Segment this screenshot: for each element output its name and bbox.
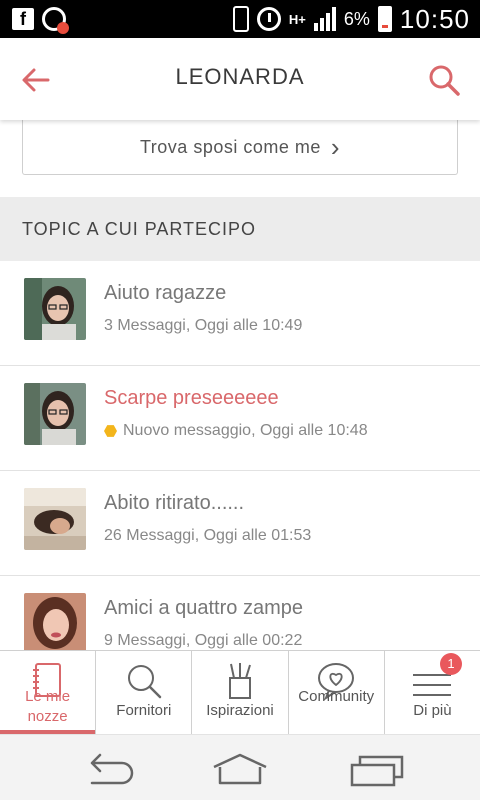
topic-meta-text: 26 Messaggi, Oggi alle 01:53 (104, 527, 312, 544)
home-icon (213, 753, 267, 785)
find-couples-button[interactable]: Trova sposi come me › (22, 120, 458, 175)
notification-badge: 1 (440, 653, 463, 675)
topic-title: Scarpe preseeeeee (104, 387, 279, 409)
tab-le-mie-nozze[interactable]: Le mie nozze (0, 651, 97, 734)
tab-label: Ispirazioni (206, 702, 274, 719)
avatar (24, 383, 86, 445)
topic-meta: Nuovo messaggio, Oggi alle 10:48 (104, 422, 368, 440)
topic-meta: 26 Messaggi, Oggi alle 01:53 (104, 527, 311, 545)
topic-title: Amici a quattro zampe (104, 597, 303, 619)
section-header: TOPIC A CUI PARTECIPO (0, 197, 480, 261)
new-message-hexagon-icon (104, 425, 117, 437)
pencil-cup-icon (229, 663, 251, 699)
battery-percent: 6% (343, 8, 370, 29)
app-screen: f H+ 6% 10:50 LEONARDA Trova sposi come … (0, 0, 480, 800)
system-recents-button[interactable] (346, 749, 406, 789)
topic-title: Abito ritirato...... (104, 492, 245, 514)
topic-title: Aiuto ragazze (104, 282, 227, 304)
tab-community[interactable]: Community (289, 651, 385, 734)
status-bar: f H+ 6% 10:50 (0, 0, 480, 38)
topic-list: Aiuto ragazze 3 Messaggi, Oggi alle 10:4… (0, 261, 480, 650)
chevron-right-icon: › (330, 132, 341, 162)
tab-ispirazioni[interactable]: Ispirazioni (192, 651, 289, 734)
search-button[interactable] (426, 62, 462, 98)
network-type-icon: H+ (288, 11, 306, 27)
scroll-content[interactable]: Trova sposi come me › TOPIC A CUI PARTEC… (0, 120, 480, 650)
avatar (24, 488, 86, 550)
notification-app-icon (42, 7, 69, 34)
bottom-tab-bar: Le mie nozze Fornitori Ispirazioni Commu… (0, 650, 480, 734)
topic-meta-text: 9 Messaggi, Oggi alle 00:22 (104, 632, 303, 649)
profile-actions-card: Trova sposi come me › (0, 120, 480, 197)
avatar (24, 593, 86, 650)
topic-row[interactable]: Aiuto ragazze 3 Messaggi, Oggi alle 10:4… (0, 261, 480, 366)
system-nav-bar (0, 734, 480, 800)
avatar (24, 278, 86, 340)
tab-label: Fornitori (116, 702, 172, 719)
back-icon (90, 753, 134, 785)
system-home-button[interactable] (210, 749, 270, 789)
topic-row[interactable]: Scarpe preseeeeee Nuovo messaggio, Oggi … (0, 366, 480, 471)
topic-row[interactable]: Amici a quattro zampe 9 Messaggi, Oggi a… (0, 576, 480, 650)
app-header: LEONARDA (0, 38, 480, 120)
tab-label: Le mie nozze (25, 688, 71, 725)
recents-icon (350, 755, 404, 787)
tab-label: Di più (413, 702, 452, 719)
page-title: LEONARDA (175, 64, 305, 89)
system-back-button[interactable] (78, 749, 138, 789)
tab-di-piu[interactable]: 1 Di più (385, 651, 480, 734)
topic-row[interactable]: Abito ritirato...... 26 Messaggi, Oggi a… (0, 471, 480, 576)
alarm-icon (256, 7, 281, 31)
tab-fornitori[interactable]: Fornitori (96, 651, 193, 734)
signal-icon (313, 7, 336, 31)
search-icon (127, 665, 162, 699)
battery-icon (377, 6, 392, 32)
topic-meta-text: Nuovo messaggio, Oggi alle 10:48 (123, 422, 368, 439)
facebook-icon: f (12, 8, 34, 30)
topic-meta-text: 3 Messaggi, Oggi alle 10:49 (104, 317, 303, 334)
topic-meta: 9 Messaggi, Oggi alle 00:22 (104, 632, 302, 650)
tab-label: Community (298, 688, 375, 705)
search-icon (429, 65, 460, 96)
status-clock: 10:50 (399, 3, 470, 34)
vibrate-icon (232, 6, 249, 32)
topic-meta: 3 Messaggi, Oggi alle 10:49 (104, 317, 302, 335)
section-title: TOPIC A CUI PARTECIPO (22, 219, 257, 239)
find-couples-label: Trova sposi come me (139, 136, 321, 157)
